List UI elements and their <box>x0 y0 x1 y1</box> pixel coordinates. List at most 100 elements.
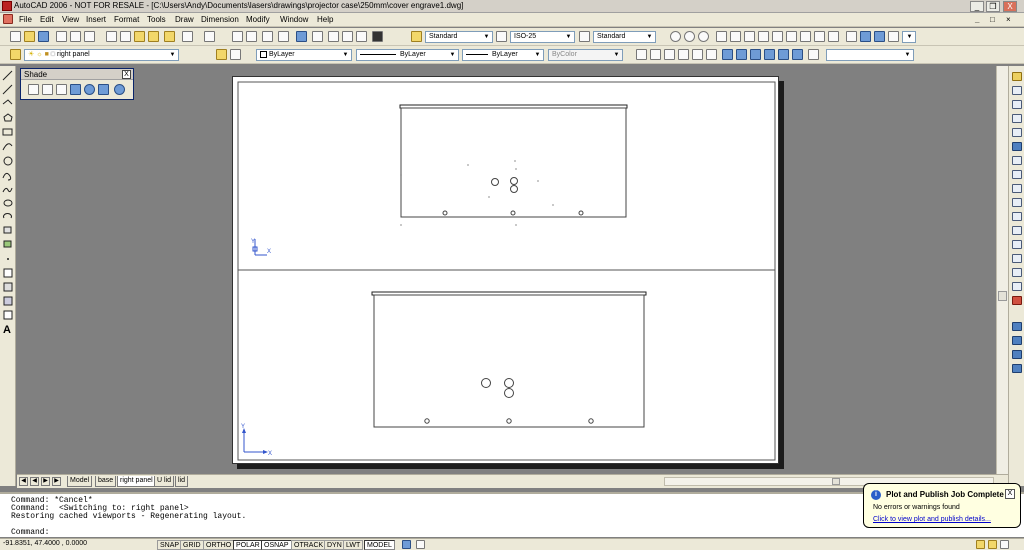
text-style-icon[interactable] <box>411 31 422 42</box>
paste-icon[interactable] <box>134 31 145 42</box>
copy-object-icon[interactable] <box>1012 86 1022 95</box>
extend-icon[interactable] <box>1012 212 1022 221</box>
coordinate-readout[interactable]: -91.8351, 47.4000 , 0.0000 <box>3 540 87 547</box>
3d-wireframe-shade-icon[interactable] <box>42 84 53 95</box>
tool-palettes-icon[interactable] <box>328 31 339 42</box>
tab-model[interactable]: Model <box>67 476 93 487</box>
close-icon[interactable]: X <box>122 70 131 79</box>
autocad-app-icon[interactable] <box>2 1 12 11</box>
menu-view[interactable]: View <box>62 15 79 24</box>
last-tab-icon[interactable]: ▶ <box>52 477 61 486</box>
redo-icon[interactable] <box>204 31 215 42</box>
lwt-toggle[interactable]: LWT <box>343 540 364 550</box>
doc-restore-button[interactable]: □ <box>990 15 995 24</box>
layer-select[interactable]: ☀ ☼ ■ ■ right panel ▼ <box>24 49 179 61</box>
dyn-toggle[interactable]: DYN <box>324 540 345 550</box>
new-icon[interactable] <box>10 31 21 42</box>
layer-manager-icon[interactable] <box>10 49 21 60</box>
quickcalc-icon[interactable] <box>372 31 383 42</box>
2d-wireframe-shade-icon[interactable] <box>28 84 39 95</box>
draworder-under-icon[interactable] <box>1012 364 1022 373</box>
table-style-select[interactable]: Standard ▼ <box>593 31 656 43</box>
lock-toolbars-icon[interactable] <box>988 540 997 549</box>
layer-previous-icon[interactable] <box>230 49 241 60</box>
3d-wireframe-icon[interactable] <box>664 49 675 60</box>
menu-file[interactable]: File <box>19 15 32 24</box>
top-view-icon[interactable] <box>722 49 733 60</box>
draworder-front-icon[interactable] <box>1012 322 1022 331</box>
command-prompt[interactable]: Command: <box>11 528 49 537</box>
ucs-x-icon[interactable] <box>744 31 755 42</box>
otrack-toggle[interactable]: OTRACK <box>291 540 327 550</box>
ucs-origin-icon[interactable] <box>730 31 741 42</box>
lineweight-select[interactable]: ByLayer ▼ <box>462 49 544 61</box>
gouraud-edges-on-icon[interactable] <box>114 84 125 95</box>
menu-window[interactable]: Window <box>280 15 308 24</box>
plot-preview-icon[interactable] <box>70 31 81 42</box>
erase-icon[interactable] <box>1012 72 1022 81</box>
design-center-icon[interactable] <box>312 31 323 42</box>
ucs-previous-icon[interactable] <box>846 31 857 42</box>
orbit-icon[interactable] <box>684 31 695 42</box>
named-ucs-icon[interactable] <box>860 31 871 42</box>
make-object-layer-current-icon[interactable] <box>216 49 227 60</box>
restore-button[interactable]: ❒ <box>986 1 1000 12</box>
snap-toggle[interactable]: SNAP <box>157 540 183 550</box>
menu-tools[interactable]: Tools <box>147 15 166 24</box>
ucs-world-icon[interactable] <box>874 31 885 42</box>
document-icon[interactable] <box>3 14 13 24</box>
ucs-y-icon[interactable] <box>758 31 769 42</box>
menu-draw[interactable]: Draw <box>175 15 194 24</box>
offset-icon[interactable] <box>1012 114 1022 123</box>
maximize-viewport-icon[interactable] <box>402 540 411 549</box>
ucs-apply-icon[interactable] <box>888 31 899 42</box>
flat-shaded-icon[interactable] <box>692 49 703 60</box>
menu-edit[interactable]: Edit <box>40 15 54 24</box>
tab-right-panel[interactable]: right panel <box>117 476 156 487</box>
plot-tray-icon[interactable] <box>976 540 985 549</box>
chamfer-icon[interactable] <box>1012 268 1022 277</box>
menu-dimension[interactable]: Dimension <box>201 15 239 24</box>
tab-u-lid[interactable]: U lid <box>154 476 175 487</box>
open-icon[interactable] <box>24 31 35 42</box>
grid-toggle[interactable]: GRID <box>180 540 204 550</box>
vertical-scrollbar[interactable] <box>996 66 1008 474</box>
match-properties-icon[interactable] <box>148 31 159 42</box>
dim-style-select[interactable]: ISO-25 ▼ <box>510 31 575 43</box>
doc-close-button[interactable]: × <box>1006 15 1011 24</box>
menu-modify[interactable]: Modify <box>246 15 270 24</box>
osnap-toggle[interactable]: OSNAP <box>261 540 292 550</box>
ucs-3point-icon[interactable] <box>828 31 839 42</box>
ortho-toggle[interactable]: ORTHO <box>203 540 235 550</box>
line-tool-icon[interactable] <box>636 49 647 60</box>
ucs-list-select[interactable]: ▼ <box>902 31 916 43</box>
shade-toolbar[interactable]: Shade X <box>20 68 134 100</box>
plot-icon[interactable] <box>56 31 67 42</box>
stretch-icon[interactable] <box>1012 184 1022 193</box>
doc-minimize-button[interactable]: _ <box>975 15 979 24</box>
close-icon[interactable]: X <box>1005 489 1015 499</box>
status-menu-icon[interactable] <box>1000 540 1009 549</box>
ucs-view-icon[interactable] <box>786 31 797 42</box>
sheet-set-icon[interactable] <box>342 31 353 42</box>
draworder-back-icon[interactable] <box>1012 336 1022 345</box>
prev-tab-icon[interactable]: ◀ <box>30 477 39 486</box>
tab-lid[interactable]: lid <box>175 476 189 487</box>
first-tab-icon[interactable]: ◀ <box>19 477 28 486</box>
shade-toolbar-header[interactable]: Shade X <box>21 69 133 80</box>
bottom-view-icon[interactable] <box>736 49 747 60</box>
plot-details-link[interactable]: Click to view plot and publish details..… <box>873 516 991 523</box>
ucs-z-icon[interactable] <box>772 31 783 42</box>
free-orbit-icon[interactable] <box>698 31 709 42</box>
block-editor-icon[interactable] <box>164 31 175 42</box>
markup-icon[interactable] <box>356 31 367 42</box>
horizontal-scroll-thumb[interactable] <box>832 478 840 485</box>
tab-base[interactable]: base <box>95 476 117 487</box>
scale-icon[interactable] <box>1012 170 1022 179</box>
ucs-face-icon[interactable] <box>814 31 825 42</box>
menu-insert[interactable]: Insert <box>86 15 106 24</box>
layout-paper[interactable]: Y X Y X <box>232 76 779 464</box>
properties-icon[interactable] <box>296 31 307 42</box>
copy-icon[interactable] <box>120 31 131 42</box>
explode-icon[interactable] <box>1012 296 1022 305</box>
